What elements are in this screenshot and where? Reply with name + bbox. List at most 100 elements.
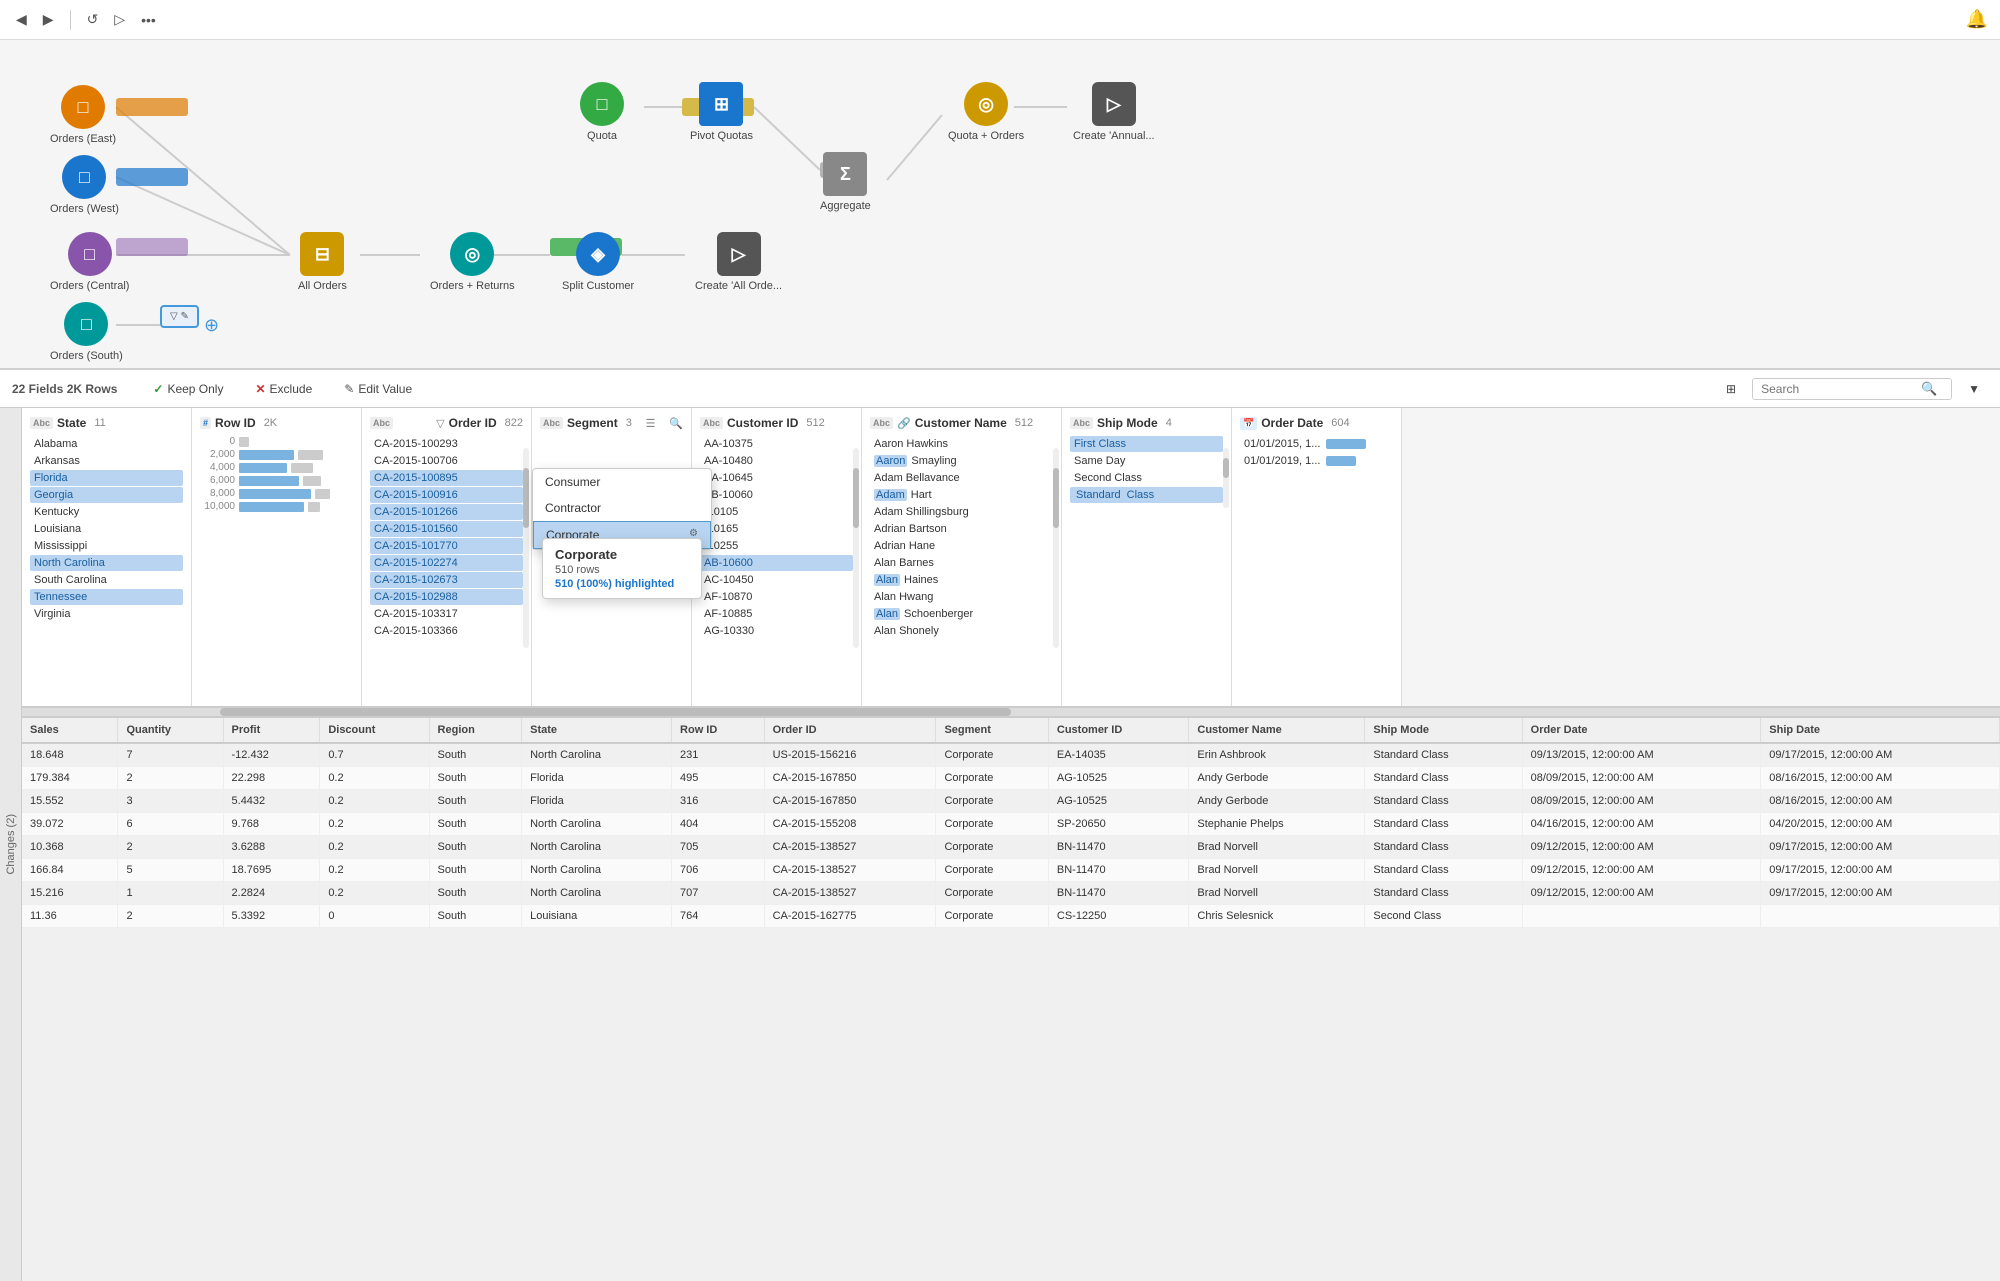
list-item[interactable]: AG-10330 bbox=[700, 623, 853, 639]
list-item[interactable]: 01/01/2019, 1... bbox=[1240, 453, 1393, 469]
list-item[interactable]: Adrian Hane bbox=[870, 538, 1053, 554]
node-create-all-orde[interactable]: ▷ Create 'All Orde... bbox=[695, 232, 782, 292]
list-item[interactable]: Alabama bbox=[30, 436, 183, 452]
list-item[interactable]: Adam Hart bbox=[870, 487, 1053, 503]
list-item[interactable]: AB-10060 bbox=[700, 487, 853, 503]
th-row-id[interactable]: Row ID bbox=[672, 718, 765, 743]
th-customer-name[interactable]: Customer Name bbox=[1189, 718, 1365, 743]
th-discount[interactable]: Discount bbox=[320, 718, 429, 743]
list-item[interactable]: AA-10645 bbox=[700, 470, 853, 486]
list-item[interactable]: Second Class bbox=[1070, 470, 1223, 486]
list-item[interactable]: AA-10375 bbox=[700, 436, 853, 452]
segment-item-contractor[interactable]: Contractor bbox=[533, 495, 711, 521]
list-item[interactable]: Alan Barnes bbox=[870, 555, 1053, 571]
add-node-button[interactable]: ⊕ bbox=[204, 315, 219, 336]
search-input[interactable] bbox=[1761, 382, 1921, 396]
changes-panel[interactable]: Changes (2) bbox=[0, 408, 22, 1281]
node-pivot-quotas[interactable]: ⊞ Pivot Quotas bbox=[690, 82, 753, 142]
node-create-annual[interactable]: ▷ Create 'Annual... bbox=[1073, 82, 1155, 142]
list-item[interactable]: AF-10870 bbox=[700, 589, 853, 605]
list-item[interactable]: AC-10450 bbox=[700, 572, 853, 588]
th-ship-mode[interactable]: Ship Mode bbox=[1365, 718, 1522, 743]
th-quantity[interactable]: Quantity bbox=[118, 718, 223, 743]
node-quota-orders[interactable]: ◎ Quota + Orders bbox=[948, 82, 1024, 142]
th-order-id[interactable]: Order ID bbox=[764, 718, 936, 743]
segment-filter-icon[interactable]: ☰ bbox=[646, 417, 656, 430]
search-box[interactable]: 🔍 bbox=[1752, 378, 1952, 400]
th-state[interactable]: State bbox=[522, 718, 672, 743]
play-button[interactable]: ▷ bbox=[110, 9, 129, 30]
list-item[interactable]: North Carolina bbox=[30, 555, 183, 571]
node-orders-returns[interactable]: ◎ Orders + Returns bbox=[430, 232, 515, 292]
list-item[interactable]: -10165 bbox=[700, 521, 853, 537]
segment-search-icon[interactable]: 🔍 bbox=[669, 417, 683, 430]
list-item[interactable]: Alan Shonely bbox=[870, 623, 1053, 639]
scroll-thumb[interactable] bbox=[220, 708, 1011, 716]
list-item[interactable]: Georgia bbox=[30, 487, 183, 503]
list-item[interactable]: Adam Shillingsburg bbox=[870, 504, 1053, 520]
list-item[interactable]: First Class bbox=[1070, 436, 1223, 452]
list-item[interactable]: AB-10600 bbox=[700, 555, 853, 571]
list-item[interactable]: CA-2015-102673 bbox=[370, 572, 523, 588]
list-item[interactable]: Kentucky bbox=[30, 504, 183, 520]
th-order-date[interactable]: Order Date bbox=[1522, 718, 1761, 743]
list-item[interactable]: -10105 bbox=[700, 504, 853, 520]
list-item[interactable]: Florida bbox=[30, 470, 183, 486]
list-item[interactable]: Alan Hwang bbox=[870, 589, 1053, 605]
list-item[interactable]: Virginia bbox=[30, 606, 183, 622]
refresh-button[interactable]: ↺ bbox=[83, 9, 103, 30]
keep-only-button[interactable]: ✓ Keep Only bbox=[145, 378, 231, 400]
node-orders-west[interactable]: □ Orders (West) bbox=[50, 155, 119, 215]
edit-value-button[interactable]: ✎ Edit Value bbox=[336, 378, 420, 400]
list-item[interactable]: Standard Class bbox=[1070, 487, 1223, 503]
list-item[interactable]: Alan Schoenberger bbox=[870, 606, 1053, 622]
list-item[interactable]: CA-2015-103366 bbox=[370, 623, 523, 639]
list-item[interactable]: CA-2015-100706 bbox=[370, 453, 523, 469]
node-split-customer[interactable]: ◈ Split Customer bbox=[562, 232, 634, 292]
order-id-filter-icon[interactable]: ▽ bbox=[436, 417, 444, 430]
list-item[interactable]: Mississippi bbox=[30, 538, 183, 554]
list-item[interactable]: AA-10480 bbox=[700, 453, 853, 469]
node-orders-east[interactable]: □ Orders (East) bbox=[50, 85, 116, 145]
list-item[interactable]: CA-2015-100916 bbox=[370, 487, 523, 503]
horizontal-scrollbar[interactable] bbox=[22, 708, 2000, 716]
list-item[interactable]: Adam Bellavance bbox=[870, 470, 1053, 486]
list-item[interactable]: South Carolina bbox=[30, 572, 183, 588]
list-item[interactable]: CA-2015-100895 bbox=[370, 470, 523, 486]
list-item[interactable]: AF-10885 bbox=[700, 606, 853, 622]
th-segment[interactable]: Segment bbox=[936, 718, 1048, 743]
node-aggregate[interactable]: Σ Aggregate bbox=[820, 152, 871, 212]
list-item[interactable]: Alan Haines bbox=[870, 572, 1053, 588]
list-item[interactable]: Same Day bbox=[1070, 453, 1223, 469]
forward-button[interactable]: ▶ bbox=[39, 9, 58, 30]
list-item[interactable]: CA-2015-102274 bbox=[370, 555, 523, 571]
list-item[interactable]: Arkansas bbox=[30, 453, 183, 469]
list-item[interactable]: -10255 bbox=[700, 538, 853, 554]
th-profit[interactable]: Profit bbox=[223, 718, 320, 743]
list-item[interactable]: Aaron Hawkins bbox=[870, 436, 1053, 452]
filter-node[interactable]: ▽ ✎ bbox=[160, 305, 199, 328]
list-item[interactable]: CA-2015-103317 bbox=[370, 606, 523, 622]
dropdown-arrow[interactable]: ▼ bbox=[1960, 378, 1988, 400]
view-toggle-button[interactable]: ⊞ bbox=[1718, 378, 1744, 400]
list-item[interactable]: CA-2015-102988 bbox=[370, 589, 523, 605]
exclude-button[interactable]: ✕ Exclude bbox=[247, 378, 320, 400]
list-item[interactable]: CA-2015-101266 bbox=[370, 504, 523, 520]
list-item[interactable]: Tennessee bbox=[30, 589, 183, 605]
list-item[interactable]: CA-2015-101770 bbox=[370, 538, 523, 554]
th-sales[interactable]: Sales bbox=[22, 718, 118, 743]
th-ship-date[interactable]: Ship Date bbox=[1761, 718, 2000, 743]
back-button[interactable]: ◀ bbox=[12, 9, 31, 30]
node-all-orders[interactable]: ⊟ All Orders bbox=[298, 232, 347, 292]
node-quota[interactable]: □ Quota bbox=[580, 82, 624, 142]
segment-item-consumer[interactable]: Consumer bbox=[533, 469, 711, 495]
list-item[interactable]: Adrian Bartson bbox=[870, 521, 1053, 537]
list-item[interactable]: 01/01/2015, 1... bbox=[1240, 436, 1393, 452]
list-item[interactable]: CA-2015-100293 bbox=[370, 436, 523, 452]
more-button[interactable]: ••• bbox=[137, 10, 160, 30]
th-customer-id[interactable]: Customer ID bbox=[1048, 718, 1189, 743]
th-region[interactable]: Region bbox=[429, 718, 522, 743]
list-item[interactable]: CA-2015-101560 bbox=[370, 521, 523, 537]
node-orders-south[interactable]: □ Orders (South) bbox=[50, 302, 123, 362]
list-item[interactable]: Louisiana bbox=[30, 521, 183, 537]
